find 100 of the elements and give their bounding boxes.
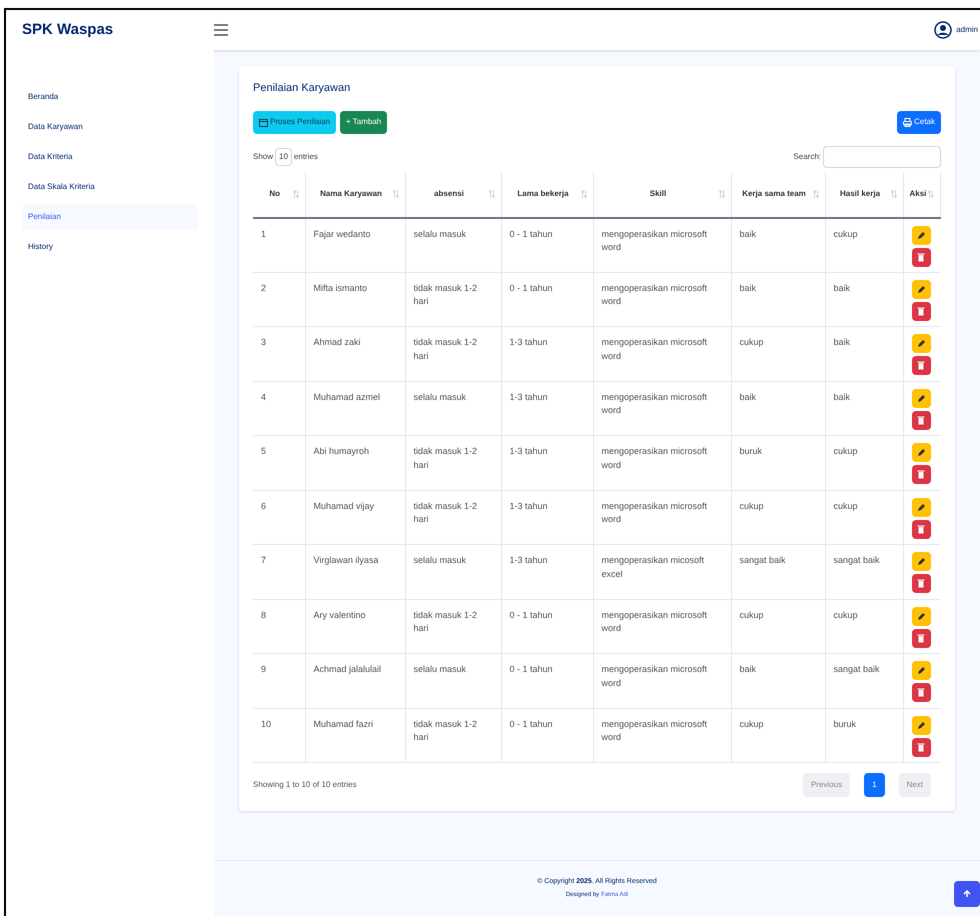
delete-button[interactable] [912, 683, 930, 702]
table-cell: cukup [740, 718, 764, 728]
process-button[interactable]: Proses Penilaian [253, 110, 336, 134]
pencil-icon [916, 557, 926, 566]
column-header[interactable]: Lama bekerja [508, 188, 578, 200]
pencil-icon [916, 284, 926, 294]
sidebar-item[interactable]: Beranda [22, 84, 198, 110]
edit-button[interactable] [912, 334, 930, 353]
table-cell: Muhamad fazri [314, 718, 374, 728]
trash-icon [917, 634, 925, 642]
print-button[interactable]: Cetak [897, 110, 941, 134]
trash-icon [917, 524, 925, 534]
table-cell: 2 [261, 282, 266, 292]
table-cell: buruk [834, 718, 856, 728]
table-cell: tidak masuk 1-2 hari [414, 446, 478, 470]
table-cell: 1-3 tahun [510, 446, 548, 456]
table-cell: Abi humayroh [314, 446, 370, 456]
table-cell: Muhamad vijay [314, 500, 374, 510]
delete-button[interactable] [912, 628, 930, 648]
table-cell: cukup [740, 337, 764, 347]
table-cell: mengoperasikan microsoft word [602, 664, 708, 688]
delete-button[interactable] [912, 356, 930, 375]
table-cell: 10 [261, 718, 272, 728]
calendar-icon [259, 118, 268, 126]
edit-button[interactable] [912, 388, 930, 408]
sidebar-item[interactable]: History [22, 234, 198, 260]
search-field[interactable] [823, 146, 941, 168]
printer-icon [903, 118, 912, 126]
page-button[interactable]: 1 [864, 773, 885, 797]
table-cell: mengoperasikan microsoft word [602, 282, 708, 306]
column-header[interactable]: Aksi [910, 188, 926, 200]
table-cell: cukup [834, 610, 858, 620]
sidebar-item[interactable]: Data Karyawan [22, 114, 198, 140]
delete-button[interactable] [912, 410, 930, 430]
menu-icon[interactable] [214, 24, 228, 36]
table-cell: 0 - 1 tahun [510, 228, 553, 238]
table-cell: buruk [740, 446, 762, 456]
table-cell: 5 [261, 446, 266, 456]
table-cell: mengoperasikan microsoft word [602, 610, 708, 633]
edit-button[interactable] [912, 661, 930, 680]
trash-icon [917, 306, 925, 316]
table-cell: sangat baik [834, 664, 880, 674]
table-cell: Muhamad azmel [314, 392, 380, 402]
entries-select[interactable]: 10 [275, 148, 292, 166]
delete-button[interactable] [912, 248, 930, 266]
table-cell: mengoperasikan microsoft word [602, 337, 708, 360]
column-header[interactable]: Hasil kerja [832, 188, 888, 200]
delete-button[interactable] [912, 520, 930, 538]
delete-button[interactable] [912, 574, 930, 593]
edit-button[interactable] [912, 498, 930, 516]
table-cell: baik [834, 282, 850, 292]
table-cell: selalu masuk [414, 228, 466, 238]
pencil-icon [916, 612, 926, 620]
add-button[interactable]: + Tambah [340, 110, 388, 134]
edit-button[interactable] [912, 606, 930, 626]
table-cell: mengoperasikan micosoft excel [602, 555, 704, 578]
trash-icon [917, 579, 925, 588]
card-title: Penilaian Karyawan [253, 81, 352, 96]
edit-button[interactable] [912, 716, 930, 734]
table-cell: 9 [261, 664, 266, 674]
trash-icon [917, 416, 925, 424]
edit-button[interactable] [912, 552, 930, 571]
table-cell: cukup [740, 610, 764, 620]
table-cell: baik [740, 664, 756, 674]
table-cell: mengoperasikan microsoft word [602, 446, 708, 470]
edit-button[interactable] [912, 226, 930, 244]
table-cell: 0 - 1 tahun [510, 282, 553, 292]
sidebar-item[interactable]: Data Skala Kriteria [22, 174, 198, 200]
delete-button[interactable] [912, 465, 930, 484]
edit-button[interactable] [912, 443, 930, 462]
table-cell: tidak masuk 1-2 hari [414, 500, 478, 524]
brand-logo[interactable]: SPK Waspas [22, 21, 114, 38]
column-header[interactable]: Kerja sama team [738, 188, 810, 200]
table-cell: Ahmad zaki [314, 337, 361, 347]
table-cell: sangat baik [834, 555, 880, 565]
pencil-icon [916, 394, 926, 402]
table-cell: 0 - 1 tahun [510, 610, 553, 620]
column-header[interactable]: No [259, 188, 290, 200]
user-name[interactable]: admin [956, 24, 978, 36]
sidebar-item[interactable]: Data Kriteria [22, 144, 198, 170]
user-avatar-icon[interactable] [934, 21, 952, 39]
column-header[interactable]: absensi [412, 188, 486, 200]
trash-icon [917, 252, 925, 262]
delete-button[interactable] [912, 738, 930, 756]
table-cell: Mifta ismanto [314, 282, 368, 292]
table-cell: baik [740, 392, 756, 402]
edit-button[interactable] [912, 280, 930, 298]
sidebar-item[interactable]: Penilaian [22, 204, 198, 230]
back-to-top-button[interactable] [954, 881, 980, 907]
table-cell: 4 [261, 392, 266, 402]
table-cell: mengoperasikan microsoft word [602, 392, 708, 415]
entries-label: entries [294, 150, 318, 162]
pencil-icon [916, 666, 926, 675]
column-header[interactable]: Nama Karyawan [312, 188, 390, 200]
column-header[interactable]: Skill [600, 188, 716, 200]
table-cell: baik [834, 392, 850, 402]
table-cell: 3 [261, 337, 266, 347]
table-cell: 1-3 tahun [510, 337, 548, 347]
table-cell: tidak masuk 1-2 hari [414, 337, 478, 360]
delete-button[interactable] [912, 302, 930, 320]
